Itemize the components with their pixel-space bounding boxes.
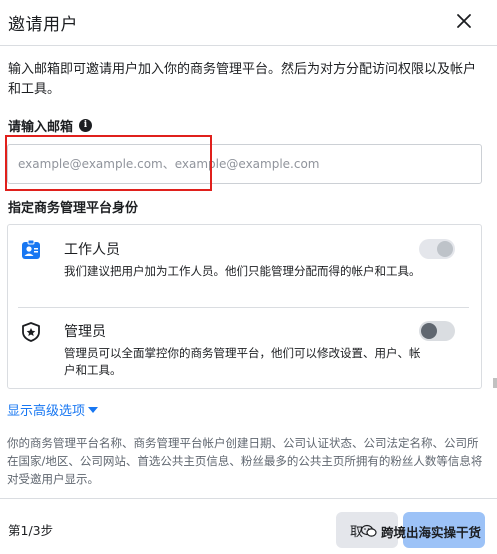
scrollbar-thumb[interactable] [493, 378, 497, 388]
info-icon[interactable]: i [79, 119, 93, 132]
footer-divider [0, 498, 497, 499]
invite-user-dialog: 邀请用户 输入邮箱即可邀请用户加入你的商务管理平台。然后为对方分配访问权限以及帐… [0, 0, 497, 554]
employee-toggle[interactable] [419, 239, 455, 259]
visibility-notice: 你的商务管理平台名称、商务管理平台帐户创建日期、公司认证状态、公司法定名称、公司… [7, 436, 483, 486]
advanced-link-label: 显示高级选项 [7, 404, 86, 419]
step-indicator: 第1/3步 [8, 523, 54, 538]
dialog-title: 邀请用户 [8, 15, 78, 35]
role-description-employee: 我们建议把用户加为工作人员。他们只能管理分配而得的帐户和工具。 [64, 264, 421, 278]
header-divider [0, 45, 497, 46]
role-description-admin: 管理员可以全面掌控你的商务管理平台，他们可以修改设置、用户、帐户和工具。 [64, 346, 421, 377]
email-input[interactable] [7, 144, 482, 184]
role-section-label: 指定商务管理平台身份 [8, 201, 139, 216]
role-divider [18, 307, 469, 308]
admin-toggle[interactable] [419, 321, 455, 341]
admin-shield-icon [22, 322, 40, 342]
show-advanced-options-link[interactable]: 显示高级选项 [7, 400, 99, 419]
toggle-knob [437, 241, 453, 257]
next-button[interactable] [403, 512, 485, 548]
email-label-text: 请输入邮箱 [8, 120, 74, 135]
role-options-box: 工作人员 我们建议把用户加为工作人员。他们只能管理分配而得的帐户和工具。 管理员… [7, 224, 482, 389]
employee-badge-icon [22, 239, 40, 259]
email-field-label: 请输入邮箱 i [8, 116, 93, 135]
dialog-description: 输入邮箱即可邀请用户加入你的商务管理平台。然后为对方分配访问权限以及帐户和工具。 [8, 62, 477, 97]
role-title-employee: 工作人员 [64, 242, 120, 258]
caret-down-icon [88, 406, 99, 413]
close-icon[interactable] [455, 12, 473, 30]
dialog-header: 邀请用户 [8, 10, 489, 38]
cancel-button[interactable]: 取 [336, 512, 398, 548]
role-title-admin: 管理员 [64, 324, 106, 340]
toggle-knob [421, 323, 437, 339]
